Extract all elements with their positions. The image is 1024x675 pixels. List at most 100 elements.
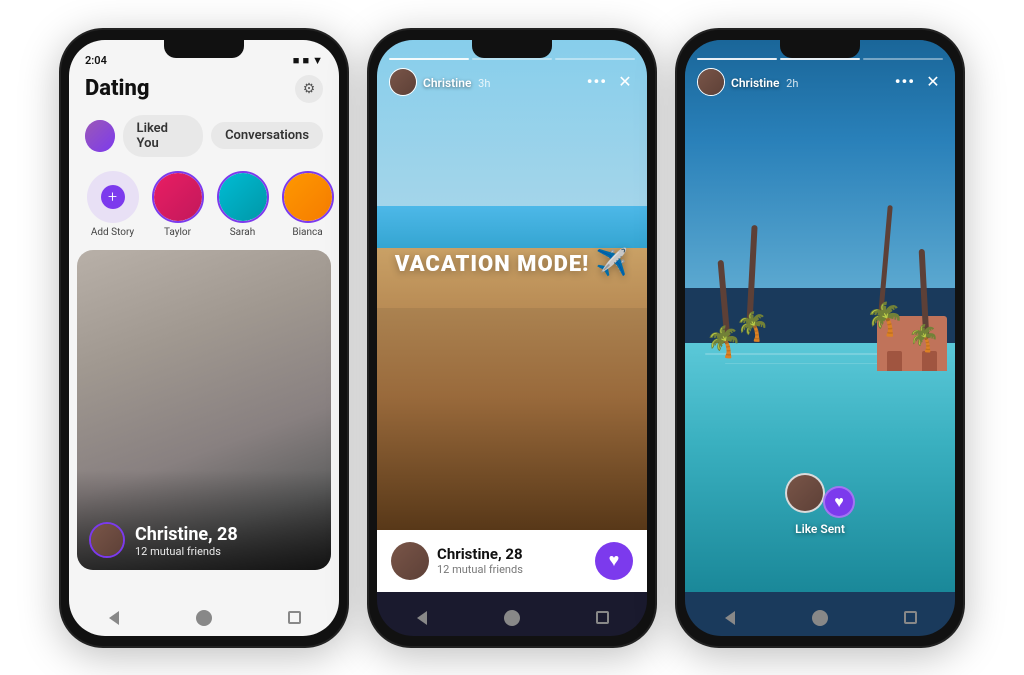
back-icon-2 xyxy=(417,611,427,625)
add-story-circle: + xyxy=(87,171,139,223)
home-icon-3 xyxy=(812,610,828,626)
phone-3: 🌴 🌴 🌴 🌴 xyxy=(675,28,965,648)
like-heart-button-2[interactable]: ♥ xyxy=(595,542,633,580)
women-figures-inner xyxy=(377,248,647,546)
nav-bar-2 xyxy=(377,600,647,636)
home-button-1[interactable] xyxy=(193,607,215,629)
profile-info-text: Christine, 28 12 mutual friends xyxy=(135,524,238,558)
story-top-bar-3: Christine 2h ••• ✕ xyxy=(697,58,943,96)
app-title: Dating xyxy=(85,76,149,101)
story-bottom-2: Christine, 28 12 mutual friends ♥ xyxy=(377,530,647,592)
phone3-screen: 🌴 🌴 🌴 🌴 xyxy=(685,40,955,636)
palm-2: 🌴 xyxy=(735,225,770,343)
story-close-button-2[interactable]: ✕ xyxy=(615,72,635,92)
recents-icon-1 xyxy=(288,611,301,624)
story-close-button-3[interactable]: ✕ xyxy=(923,72,943,92)
story-taylor[interactable]: Taylor xyxy=(150,171,205,238)
story-view-3: 🌴 🌴 🌴 🌴 xyxy=(685,40,955,636)
home-button-2[interactable] xyxy=(501,607,523,629)
add-story-item[interactable]: + Add Story xyxy=(85,171,140,238)
wifi-icon: ▼ xyxy=(312,54,323,67)
sarah-label: Sarah xyxy=(230,227,256,238)
tab-bar: Liked You Conversations xyxy=(69,111,339,167)
taylor-avatar xyxy=(152,171,204,223)
home-icon-2 xyxy=(504,610,520,626)
sarah-avatar xyxy=(217,171,269,223)
phone-2: Christine 3h ••• ✕ VACATION MODE! ✈️ xyxy=(367,28,657,648)
progress-3-3 xyxy=(863,58,943,60)
story-time-2: 3h xyxy=(475,77,490,90)
battery-icon: ■ xyxy=(293,54,300,67)
recents-button-1[interactable] xyxy=(283,607,305,629)
notch-1 xyxy=(164,40,244,58)
like-sent-user-avatar xyxy=(785,473,825,513)
story-user-info-3: Christine 2h xyxy=(697,68,798,96)
story-user-info-2: Christine 3h xyxy=(389,68,490,96)
progress-1 xyxy=(389,58,469,60)
story-actions-3: ••• ✕ xyxy=(895,72,943,92)
story-user-text-2: Christine 3h xyxy=(423,72,490,91)
story-header-3: Christine 2h ••• ✕ xyxy=(697,68,943,96)
palm-top-4: 🌴 xyxy=(865,300,905,338)
story-username-3: Christine xyxy=(731,76,779,90)
phone2-screen: Christine 3h ••• ✕ VACATION MODE! ✈️ xyxy=(377,40,647,636)
progress-3-1 xyxy=(697,58,777,60)
back-button-1[interactable] xyxy=(103,607,125,629)
profile-mutual: 12 mutual friends xyxy=(135,545,238,558)
back-icon-3 xyxy=(725,611,735,625)
home-button-3[interactable] xyxy=(809,607,831,629)
notch-2 xyxy=(472,40,552,58)
story-more-button-2[interactable]: ••• xyxy=(587,72,607,91)
palm-3: 🌴 xyxy=(908,249,940,354)
vacation-text: VACATION MODE! xyxy=(395,252,589,277)
like-sent-overlay: ♥ Like Sent xyxy=(785,468,855,536)
status-icons: ■ ■ ▼ xyxy=(293,54,323,67)
add-story-label: Add Story xyxy=(91,227,134,238)
progress-3 xyxy=(555,58,635,60)
liked-you-tab[interactable]: Liked You xyxy=(123,115,204,157)
palm-top-3: 🌴 xyxy=(908,324,940,354)
progress-2 xyxy=(472,58,552,60)
story-progress-3 xyxy=(697,58,943,60)
profile-card[interactable]: Christine, 28 12 mutual friends xyxy=(77,250,331,570)
nav-bar-3 xyxy=(685,600,955,636)
bianca-label: Bianca xyxy=(292,227,322,238)
app-header: Dating ⚙ xyxy=(69,71,339,111)
recents-button-2[interactable] xyxy=(591,607,613,629)
story-header-2: Christine 3h ••• ✕ xyxy=(389,68,635,96)
phone1-screen: 2:04 ■ ■ ▼ Dating ⚙ Liked You Conversati… xyxy=(69,40,339,636)
profile-info-overlay: Christine, 28 12 mutual friends xyxy=(77,470,331,570)
story-sarah[interactable]: Sarah xyxy=(215,171,270,238)
story-view-2: Christine 3h ••• ✕ VACATION MODE! ✈️ xyxy=(377,40,647,636)
story-more-button-3[interactable]: ••• xyxy=(895,72,915,91)
vacation-overlay: VACATION MODE! ✈️ xyxy=(395,248,629,278)
like-sent-label: Like Sent xyxy=(795,522,845,536)
story-profile-name-2: Christine, 28 xyxy=(437,545,523,563)
story-profile-mutual-2: 12 mutual friends xyxy=(437,563,523,576)
back-button-3[interactable] xyxy=(719,607,741,629)
recents-icon-3 xyxy=(904,611,917,624)
recents-button-3[interactable] xyxy=(899,607,921,629)
women-figures xyxy=(377,248,647,546)
story-user-text-3: Christine 2h xyxy=(731,72,798,91)
nav-bar-1 xyxy=(69,600,339,636)
stories-row: + Add Story Taylor Sarah xyxy=(69,167,339,250)
story-profile-avatar-2 xyxy=(391,542,429,580)
palm-4: 🌴 xyxy=(865,205,905,338)
conversations-tab[interactable]: Conversations xyxy=(211,122,323,149)
palm-top-2: 🌴 xyxy=(735,310,770,343)
settings-button[interactable]: ⚙ xyxy=(295,75,323,103)
user-avatar-tab xyxy=(85,120,115,152)
back-button-2[interactable] xyxy=(411,607,433,629)
story-bianca[interactable]: Bianca xyxy=(280,171,335,238)
taylor-label: Taylor xyxy=(164,227,191,238)
back-icon-1 xyxy=(109,611,119,625)
plus-icon: + xyxy=(101,185,125,209)
recents-icon-2 xyxy=(596,611,609,624)
home-icon-1 xyxy=(196,610,212,626)
story-profile-2: Christine, 28 12 mutual friends xyxy=(391,542,523,580)
profile-mini-avatar xyxy=(89,522,125,558)
signal-icon: ■ xyxy=(302,54,309,67)
story-user-avatar-2 xyxy=(389,68,417,96)
bianca-avatar xyxy=(282,171,334,223)
